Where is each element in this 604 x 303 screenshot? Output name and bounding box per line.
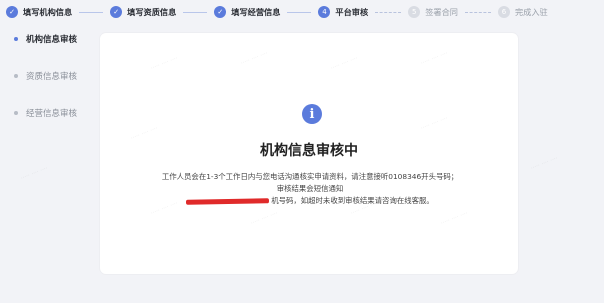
review-sidenav: 机构信息审核 资质信息审核 经营信息审核 [14,33,94,144]
step-fill-qualification: ✓ 填写资质信息 [110,6,176,18]
bullet-icon [14,111,18,115]
step-platform-review: 4 平台审核 [318,6,368,18]
sidenav-item-institution-review[interactable]: 机构信息审核 [14,33,94,45]
description-line: 机号码，如超时未收到审核结果请咨询在线客服。 [271,196,434,205]
progress-steps: ✓ 填写机构信息 ✓ 填写资质信息 ✓ 填写经营信息 4 平台审核 5 签署合同… [0,0,604,24]
review-description: 工作人员会在1-3个工作日内与您电话沟通核实申请资料，请注意接听0108346开… [160,171,460,207]
step-connector [79,11,104,13]
step-label: 完成入驻 [514,7,548,17]
step-label: 签署合同 [425,7,458,17]
check-icon: ✓ [110,6,123,18]
step-number: 4 [318,6,331,18]
info-icon: i [302,104,322,124]
step-fill-institution: ✓ 填写机构信息 [6,6,72,18]
sidenav-item-label: 经营信息审核 [26,109,78,119]
step-connector [464,11,491,13]
step-label: 平台审核 [335,7,369,17]
sidenav-item-label: 资质信息审核 [26,72,78,82]
step-connector [375,11,402,13]
redacted-phone [186,197,270,205]
sidenav-item-operation-review[interactable]: 经营信息审核 [14,107,94,119]
step-connector [183,11,208,13]
description-line: 工作人员会在1-3个工作日内与您电话沟通核实申请资料，请注意接听0108346开… [161,172,459,193]
step-label: 填写经营信息 [231,7,281,17]
check-icon: ✓ [6,6,18,18]
bullet-icon [14,74,18,78]
step-connector [287,11,312,13]
page-title: 机构信息审核中 [260,143,358,159]
bullet-icon [14,37,18,41]
step-sign-contract: 5 签署合同 [408,6,458,18]
step-fill-operation: ✓ 填写经营信息 [214,6,280,18]
step-number: 5 [408,6,421,18]
sidenav-item-label: 机构信息审核 [26,35,78,45]
step-label: 填写机构信息 [23,7,73,17]
step-label: 填写资质信息 [127,7,177,17]
sidenav-item-qualification-review[interactable]: 资质信息审核 [14,70,94,82]
review-status-card: i 机构信息审核中 工作人员会在1-3个工作日内与您电话沟通核实申请资料，请注意… [100,33,518,274]
step-number: 6 [497,6,510,18]
step-complete: 6 完成入驻 [497,6,548,18]
check-icon: ✓ [214,6,227,18]
